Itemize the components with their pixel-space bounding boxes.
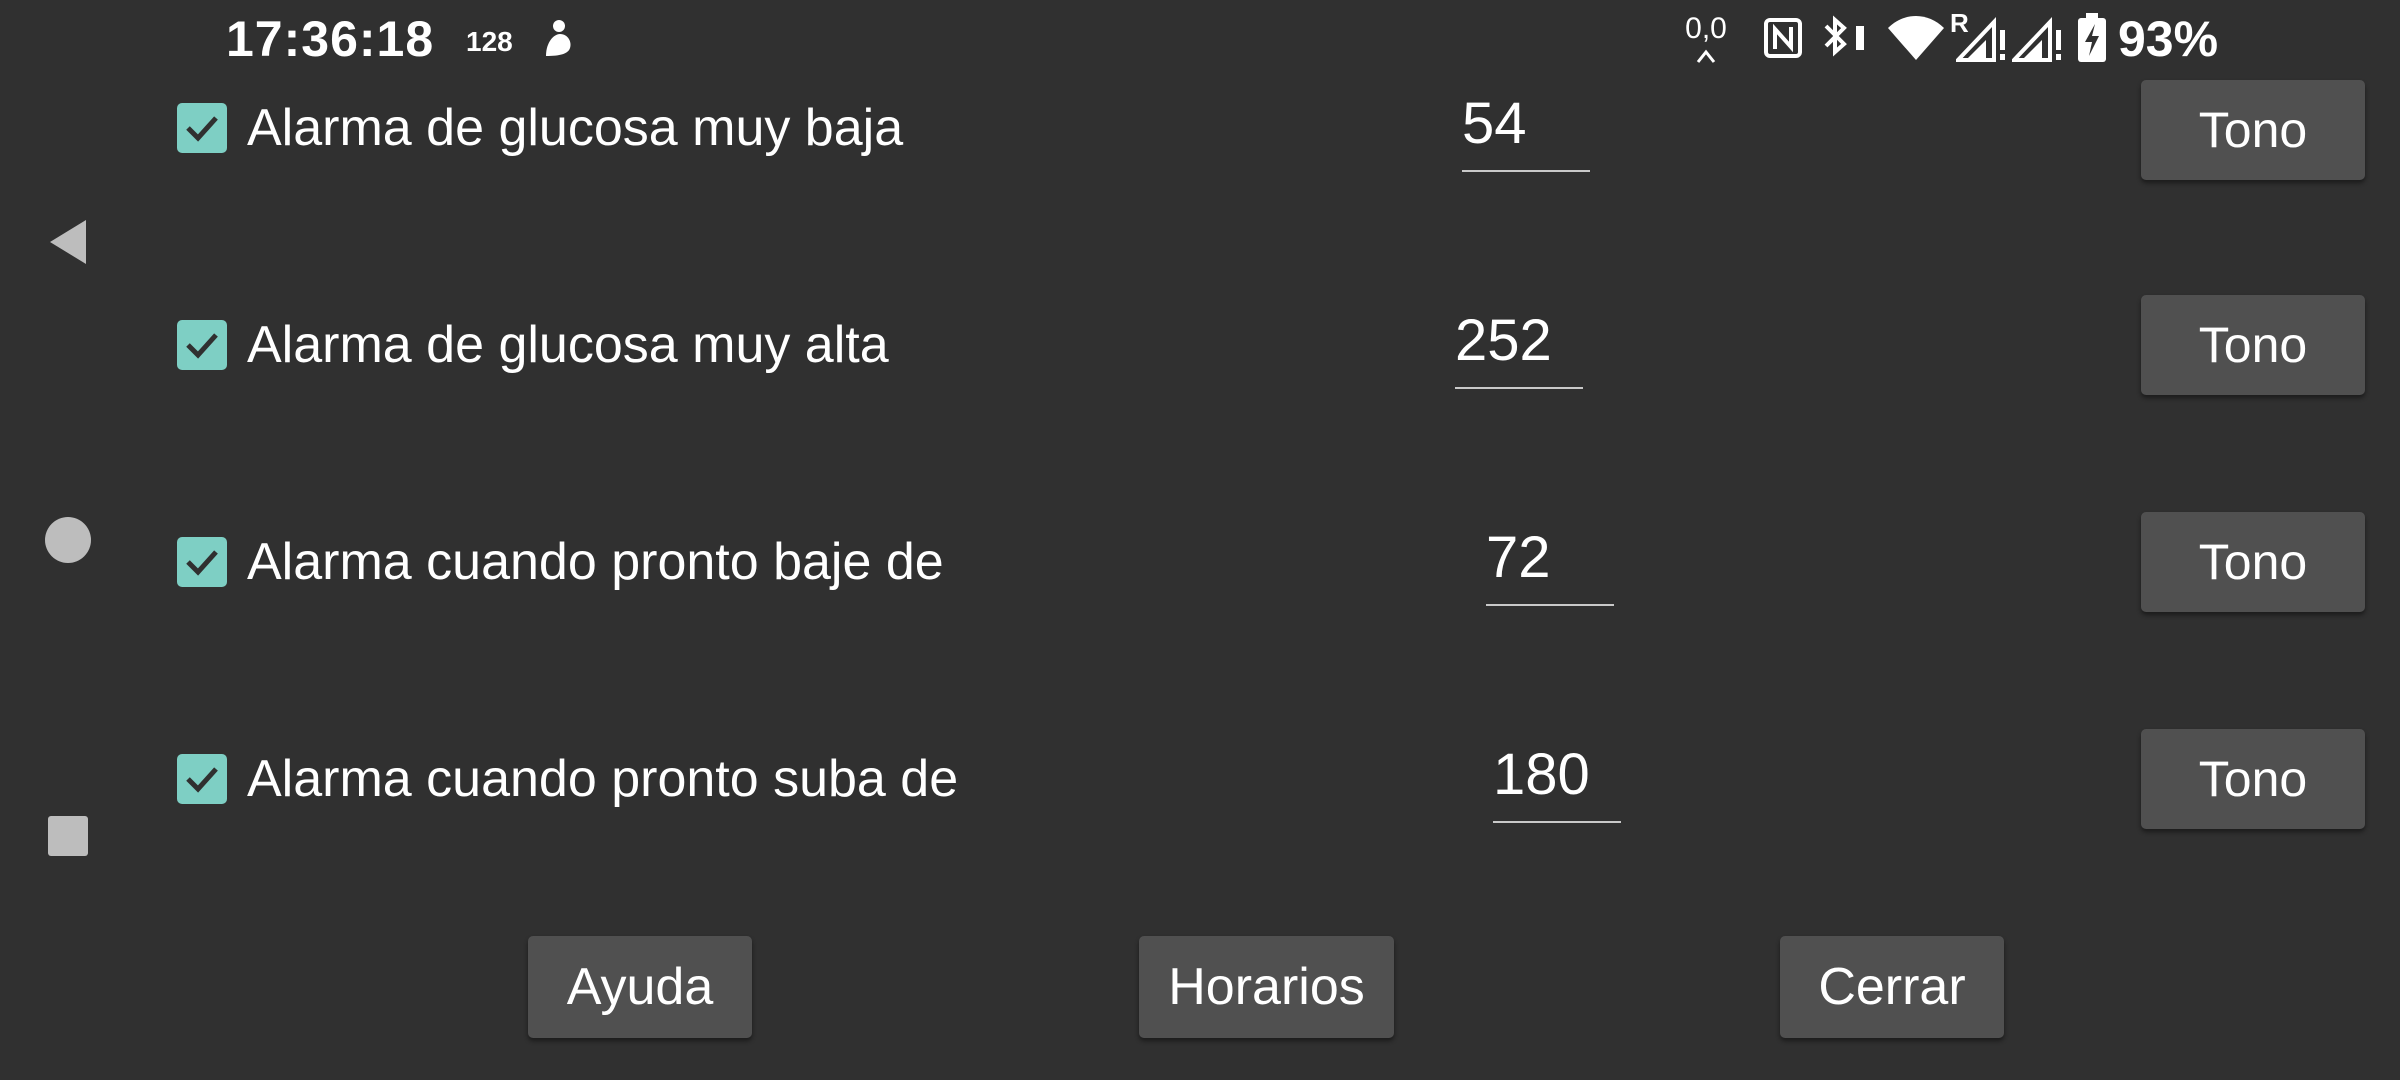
alarm-value-input[interactable]: 180 xyxy=(1493,741,1621,823)
tone-button[interactable]: Tono xyxy=(2141,80,2365,180)
battery-percentage: 93% xyxy=(2118,11,2219,67)
alarm-value: 252 xyxy=(1455,308,1552,373)
data-transfer-icon xyxy=(1696,49,1716,63)
alarm-row-predicted-high: Alarma cuando pronto suba de 180 Tono xyxy=(0,721,2400,841)
wifi-icon xyxy=(1886,14,1946,62)
tone-button[interactable]: Tono xyxy=(2141,729,2365,829)
alarm-row-very-low: Alarma de glucosa muy baja 54 Tono xyxy=(0,70,2400,190)
notification-count: 128 xyxy=(466,26,513,57)
alarm-row-predicted-low: Alarma cuando pronto baje de 72 Tono xyxy=(0,504,2400,624)
signal-icon xyxy=(2012,16,2064,62)
alarm-value: 180 xyxy=(1493,742,1590,807)
alarm-checkbox[interactable] xyxy=(177,537,227,587)
back-button[interactable] xyxy=(44,218,92,266)
alarm-checkbox[interactable] xyxy=(177,103,227,153)
alarm-label: Alarma cuando pronto suba de xyxy=(247,750,959,808)
check-icon xyxy=(186,116,218,142)
person-icon xyxy=(540,18,574,58)
status-clock: 17:36:18 xyxy=(226,11,435,67)
signal-icon xyxy=(1956,16,2008,62)
alarm-value-input[interactable]: 252 xyxy=(1455,307,1583,389)
tone-button[interactable]: Tono xyxy=(2141,295,2365,395)
close-button[interactable]: Cerrar xyxy=(1780,936,2004,1038)
back-icon xyxy=(50,220,86,264)
alarm-checkbox[interactable] xyxy=(177,754,227,804)
data-speed-value: 0,0 xyxy=(1685,12,1727,45)
alarm-value-input[interactable]: 72 xyxy=(1486,524,1614,606)
check-icon xyxy=(186,333,218,359)
tone-button[interactable]: Tono xyxy=(2141,512,2365,612)
alarm-value: 54 xyxy=(1462,91,1527,156)
alarm-value-input[interactable]: 54 xyxy=(1462,90,1590,172)
bluetooth-icon xyxy=(1818,14,1870,60)
nfc-icon xyxy=(1762,16,1804,60)
alarm-label: Alarma de glucosa muy baja xyxy=(247,99,904,157)
battery-charging-icon xyxy=(2076,12,2108,64)
data-speed-indicator: 0,0 xyxy=(1676,12,1736,72)
check-icon xyxy=(186,767,218,793)
alarm-label: Alarma de glucosa muy alta xyxy=(247,316,889,374)
schedules-button[interactable]: Horarios xyxy=(1139,936,1394,1038)
alarm-row-very-high: Alarma de glucosa muy alta 252 Tono xyxy=(0,287,2400,407)
help-button[interactable]: Ayuda xyxy=(528,936,752,1038)
alarm-checkbox[interactable] xyxy=(177,320,227,370)
alarm-label: Alarma cuando pronto baje de xyxy=(247,533,944,591)
check-icon xyxy=(186,550,218,576)
alarm-value: 72 xyxy=(1486,525,1551,590)
